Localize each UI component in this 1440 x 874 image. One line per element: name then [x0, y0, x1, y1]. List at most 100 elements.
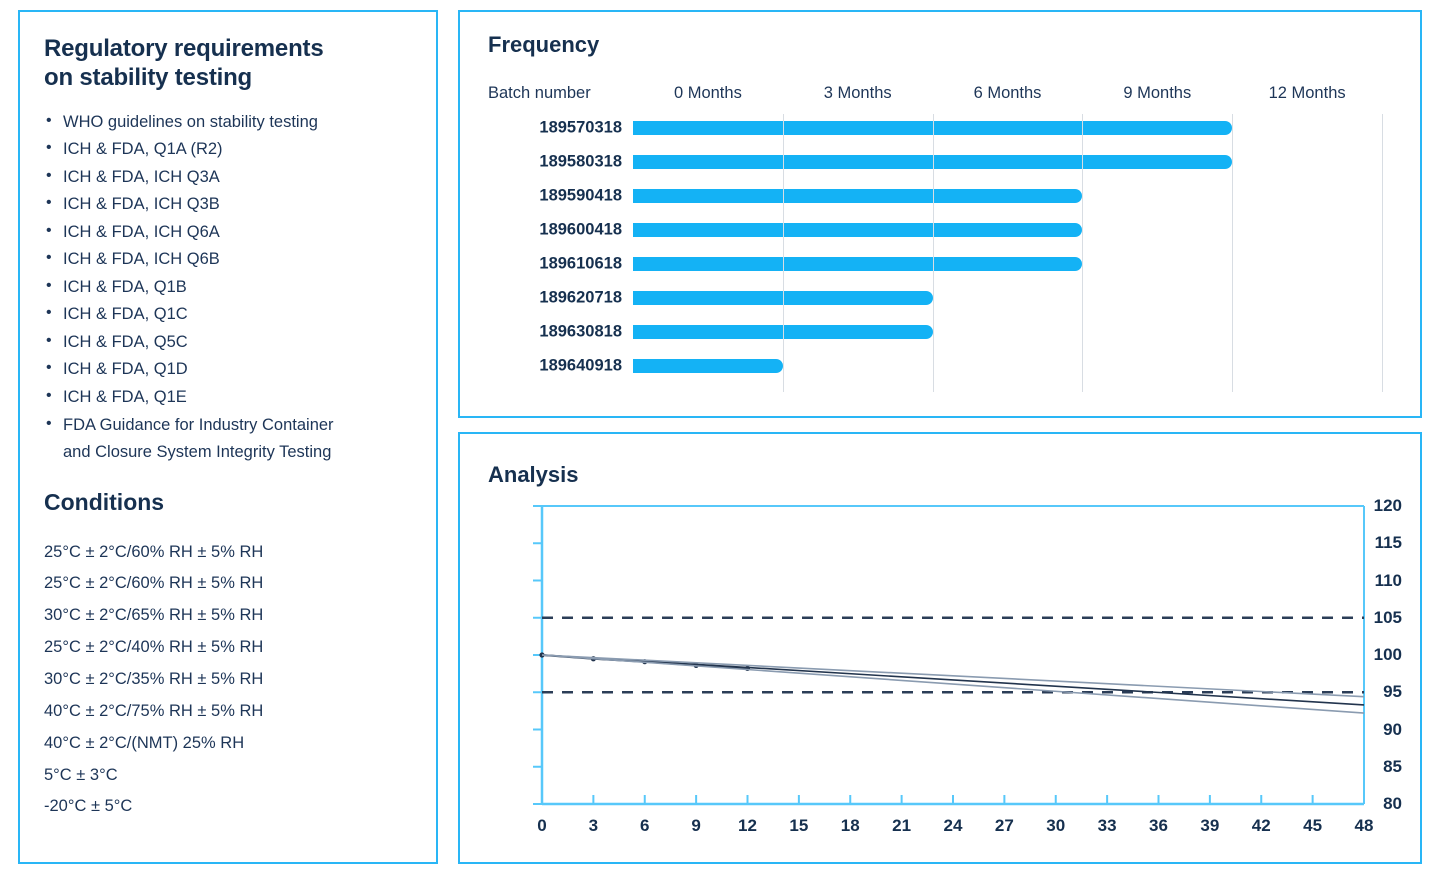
condition-item: 40°C ± 2°C/(NMT) 25% RH — [44, 733, 245, 752]
analysis-chart: 80 85 90 95 100 105 110 115 120 0 3 6 9 12 15 18 21 24 27 3… — [480, 494, 1402, 844]
batch-number-label: 189600418 — [539, 220, 622, 239]
x-axis-tick-label: 0 — [537, 816, 547, 835]
y-axis-tick-label: 120 — [1373, 496, 1402, 515]
frequency-bar — [633, 359, 783, 373]
bar-row: 189630818 — [539, 323, 1382, 341]
batch-number-header: Batch number — [488, 84, 591, 102]
y-axis-tick-label: 110 — [1374, 570, 1402, 590]
bar-row: 189640918 — [539, 357, 1382, 375]
analysis-series-line — [541, 654, 1365, 698]
condition-item: 25°C ± 2°C/40% RH ± 5% RH — [44, 638, 264, 657]
bar-row: 189620718 — [539, 289, 1382, 307]
x-axis-tick-label: 39 — [1200, 816, 1220, 835]
guideline-item-line-2: and Closure System Integrity Testing — [63, 443, 332, 462]
bar-row: 189570318 — [539, 119, 1382, 137]
guideline-item: ICH & FDA, Q1E — [44, 383, 412, 412]
y-axis-tick-label: 115 — [1374, 533, 1402, 553]
guideline-item-line-1: FDA Guidance for Industry Container — [63, 415, 334, 434]
condition-item: 40°C ± 2°C/75% RH ± 5% RH — [44, 701, 264, 720]
x-axis-tick-label: 21 — [892, 816, 912, 835]
frequency-column-headers: Batch number 0 Months 3 Months 6 Months 9 M… — [460, 84, 1420, 110]
slide-root: Regulatory requirements on stability tes… — [0, 0, 1440, 874]
batch-number-label: 189630818 — [539, 322, 622, 341]
guidelines-list: WHO guidelines on stability testingICH &… — [44, 108, 412, 467]
x-axis-tick-label: 45 — [1303, 816, 1323, 835]
x-axis-tick-label: 27 — [994, 816, 1014, 835]
frequency-bar — [633, 223, 1083, 237]
analysis-series-line — [541, 654, 1365, 714]
y-axis-tick-label: 95 — [1383, 682, 1402, 702]
bar-row: 189580318 — [539, 153, 1382, 171]
frequency-gridline — [1382, 114, 1383, 392]
page-title-line-1: Regulatory requirements — [44, 35, 324, 62]
x-axis-tick-label: 3 — [588, 816, 599, 835]
month-column-header: 9 Months — [1123, 84, 1192, 102]
guideline-item: FDA Guidance for Industry Container and C… — [44, 411, 412, 467]
analysis-series-line — [541, 654, 1365, 706]
x-axis-tick-label: 30 — [1046, 816, 1066, 835]
regulatory-panel-inner: Regulatory requirements on stability tes… — [20, 12, 436, 823]
guideline-item: ICH & FDA, Q1D — [44, 355, 412, 384]
frequency-gridline — [782, 114, 784, 392]
guideline-item: ICH & FDA, Q5C — [44, 328, 412, 357]
guideline-item: ICH & FDA, Q1B — [44, 273, 412, 302]
guideline-item: ICH & FDA, ICH Q6A — [44, 218, 412, 247]
y-axis-tick-label: 100 — [1373, 645, 1402, 664]
y-axis-tick-label: 85 — [1383, 756, 1402, 776]
page-title: Regulatory requirements on stability tes… — [44, 34, 412, 93]
month-column-header: 3 Months — [823, 84, 892, 102]
bar-row: 189590418 — [539, 187, 1382, 205]
conditions-title: Conditions — [44, 488, 165, 515]
condition-item: 25°C ± 2°C/60% RH ± 5% RH — [44, 574, 264, 593]
x-axis-tick-label: 18 — [840, 816, 860, 835]
frequency-gridline — [932, 114, 934, 392]
guideline-item: ICH & FDA, Q1A (R2) — [44, 135, 412, 164]
batch-number-label: 189640918 — [539, 356, 622, 375]
guideline-item: WHO guidelines on stability testing — [44, 108, 412, 137]
condition-item: 5°C ± 3°C — [44, 765, 118, 784]
page-title-line-2: on stability testing — [44, 64, 253, 92]
x-axis-tick-label: 9 — [691, 816, 701, 835]
x-axis-tick-label: 33 — [1097, 816, 1117, 835]
condition-item: 30°C ± 2°C/65% RH ± 5% RH — [44, 606, 264, 625]
frequency-title: Frequency — [488, 32, 600, 57]
y-axis-tick-label: 90 — [1383, 719, 1402, 739]
x-axis-tick-label: 48 — [1354, 816, 1374, 835]
analysis-title: Analysis — [488, 462, 579, 487]
bar-rows: 189570318 189580318 189590418 189600418 1896… — [539, 114, 1382, 392]
x-axis-tick-label: 15 — [789, 816, 809, 835]
frequency-gridline — [1082, 114, 1084, 392]
x-axis-tick-label: 42 — [1251, 816, 1271, 835]
guideline-item: ICH & FDA, Q1C — [44, 300, 412, 329]
batch-number-label: 189570318 — [539, 118, 622, 137]
bar-row: 189610618 — [539, 255, 1382, 273]
x-axis-tick-label: 24 — [943, 816, 963, 835]
analysis-panel: Analysis 80 85 90 95 100 105 110 115 120 0 3 6 9 12 15… — [458, 432, 1422, 864]
batch-number-label: 189610618 — [539, 254, 622, 273]
x-axis-tick-label: 12 — [738, 816, 757, 835]
month-column-header: 12 Months — [1268, 84, 1346, 102]
y-axis-tick-label: 105 — [1373, 607, 1402, 627]
conditions-list: 25°C ± 2°C/60% RH ± 5% RH 25°C ± 2°C/60% … — [44, 537, 412, 824]
condition-item: 30°C ± 2°C/35% RH ± 5% RH — [44, 670, 264, 689]
y-axis-tick-label: 80 — [1383, 794, 1402, 813]
frequency-panel: Frequency Batch number 0 Months 3 Months 6… — [458, 10, 1422, 418]
batch-number-label: 189580318 — [539, 152, 622, 171]
guideline-item: ICH & FDA, ICH Q3A — [44, 163, 412, 192]
frequency-bar — [633, 257, 1083, 271]
frequency-plot: 189570318 189580318 189590418 189600418 1896… — [539, 114, 1383, 392]
x-axis-tick-label: 6 — [640, 816, 650, 835]
guideline-item: ICH & FDA, ICH Q6B — [44, 245, 412, 274]
regulatory-panel: Regulatory requirements on stability tes… — [18, 10, 438, 864]
x-axis-tick-label: 36 — [1149, 816, 1168, 835]
batch-number-label: 189590418 — [539, 186, 622, 205]
guideline-item: ICH & FDA, ICH Q3B — [44, 190, 412, 219]
month-column-header: 6 Months — [973, 84, 1042, 102]
analysis-chart-svg — [533, 505, 1365, 806]
frequency-gridline — [1232, 114, 1234, 392]
bar-row: 189600418 — [539, 221, 1382, 239]
condition-item: 25°C ± 2°C/60% RH ± 5% RH — [44, 542, 264, 561]
batch-number-label: 189620718 — [539, 288, 622, 307]
month-column-header: 0 Months — [673, 84, 742, 102]
frequency-bar — [633, 189, 1083, 203]
